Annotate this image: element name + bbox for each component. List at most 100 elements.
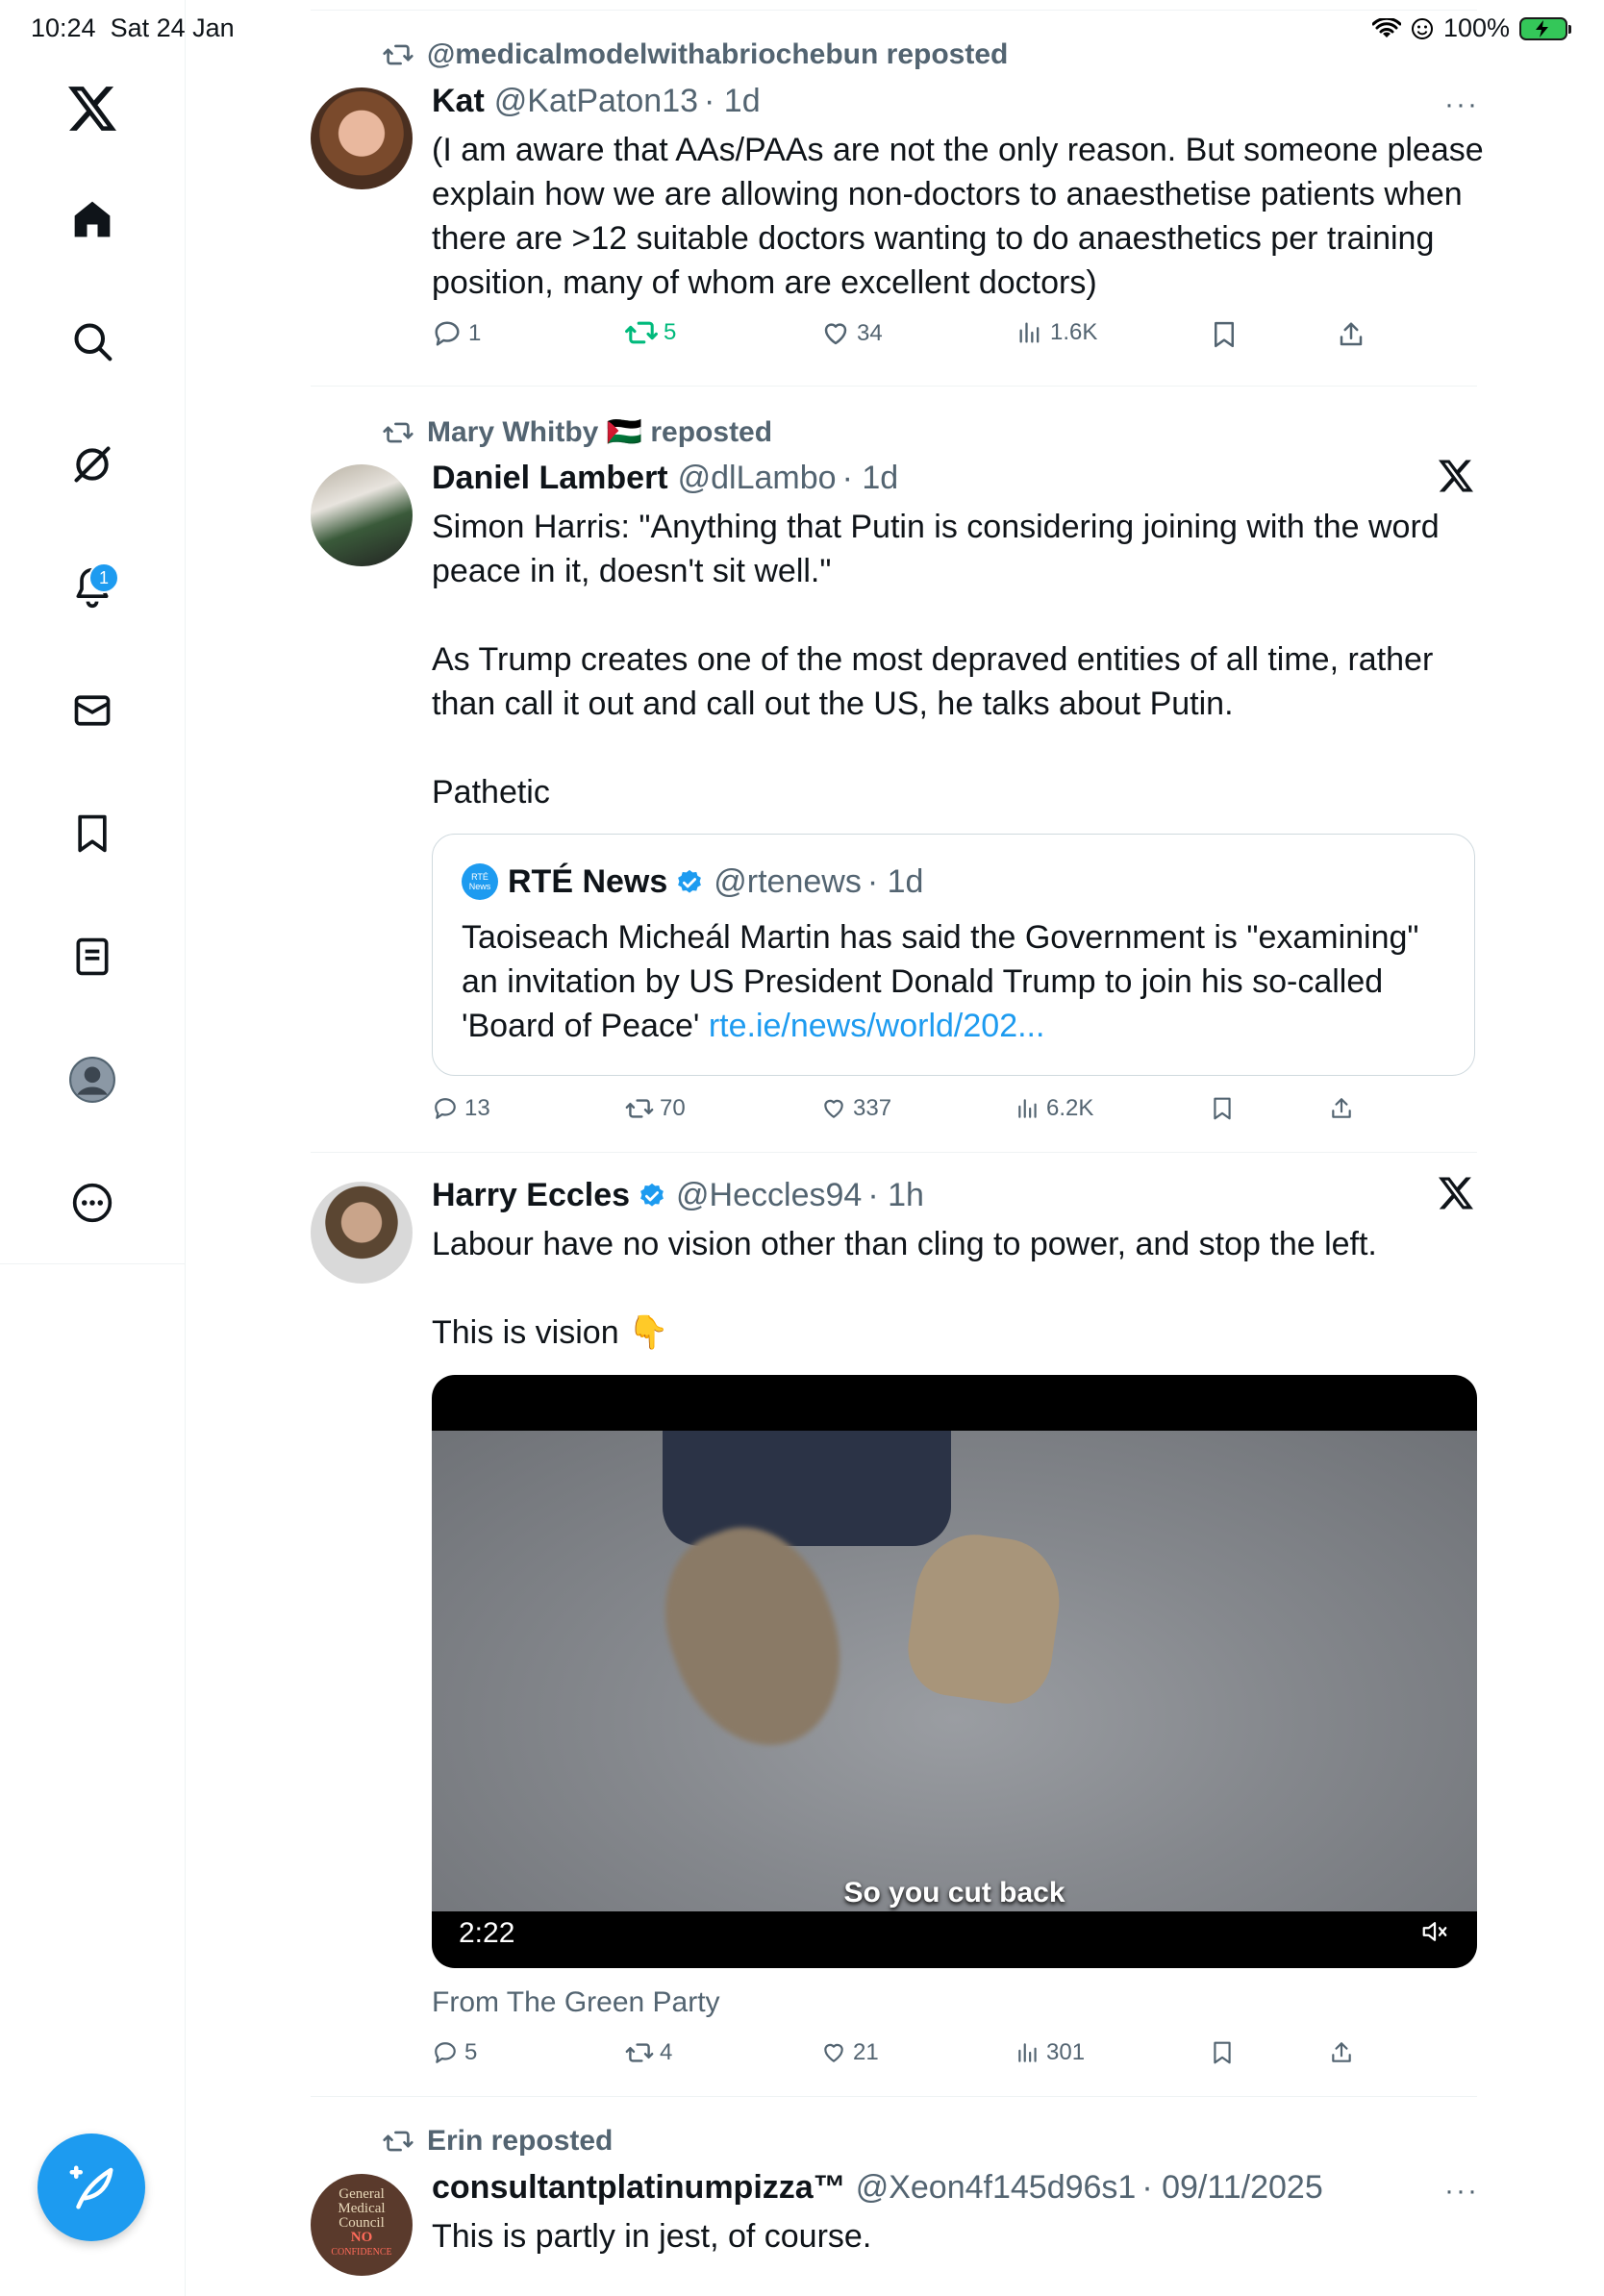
- share-icon: [1332, 1098, 1351, 1118]
- share-button[interactable]: [1337, 319, 1366, 350]
- reply-count: 5: [464, 2039, 478, 2065]
- status-indicators: 100%: [1371, 13, 1571, 43]
- x-brand-icon: [1439, 460, 1473, 497]
- share-icon: [1332, 2042, 1351, 2062]
- views-icon: [1018, 1099, 1037, 1118]
- like-button[interactable]: 21: [820, 2039, 879, 2066]
- quote-author-name: RTÉ News: [508, 863, 668, 900]
- views-button[interactable]: 1.6K: [1015, 319, 1097, 346]
- like-button[interactable]: 337: [820, 1095, 891, 1122]
- tweet-header: Kat @KatPaton13 · 1d: [432, 83, 761, 120]
- reply-button[interactable]: 1: [432, 319, 481, 348]
- tweet-text: This is partly in jest, of course.: [432, 2218, 872, 2255]
- author-handle[interactable]: @Xeon4f145d96s1: [856, 2169, 1137, 2207]
- repost-button[interactable]: 70: [625, 1095, 686, 1122]
- tweet-time[interactable]: · 1d: [842, 460, 899, 497]
- x-logo-icon[interactable]: [54, 70, 131, 147]
- bookmark-icon[interactable]: [54, 795, 131, 872]
- video-frame: [432, 1431, 1477, 1911]
- bookmark-button[interactable]: [1210, 2039, 1235, 2066]
- avatar[interactable]: [311, 87, 413, 189]
- author-handle[interactable]: @dlLambo: [678, 460, 837, 497]
- author-name[interactable]: Daniel Lambert: [432, 460, 668, 497]
- face-status-icon: [1411, 17, 1433, 39]
- mail-icon[interactable]: [54, 672, 131, 749]
- like-count: 21: [853, 2039, 879, 2065]
- tweet-paragraph: As Trump creates one of the most deprave…: [432, 641, 1434, 722]
- battery-percent: 100%: [1442, 13, 1510, 42]
- views-count: 6.2K: [1046, 1095, 1094, 1121]
- lists-icon[interactable]: [54, 918, 131, 995]
- battery-icon: [1519, 16, 1571, 40]
- action-bar: 5 4 21 301: [0, 2039, 1604, 2078]
- views-button[interactable]: 6.2K: [1015, 1095, 1093, 1122]
- reply-count: 1: [468, 320, 482, 346]
- notification-badge: 1: [88, 562, 119, 593]
- tweet-time[interactable]: · 1d: [704, 83, 761, 120]
- avatar-line: NO: [350, 2230, 373, 2245]
- author-name[interactable]: Kat: [432, 83, 485, 120]
- quote-link[interactable]: rte.ie/news/world/202...: [709, 1008, 1045, 1044]
- tweet-time[interactable]: · 09/11/2025: [1141, 2169, 1322, 2207]
- repost-button[interactable]: 5: [625, 319, 676, 346]
- avatar-line: CONFIDENCE: [331, 2247, 392, 2258]
- video-duration: 2:22: [459, 1917, 515, 1949]
- author-name[interactable]: Harry Eccles: [432, 1177, 630, 1214]
- reply-icon: [435, 321, 460, 346]
- reply-button[interactable]: 13: [432, 1095, 490, 1122]
- repost-icon: [625, 1099, 654, 1118]
- repost-context[interactable]: @medicalmodelwithabriochebun reposted: [383, 38, 1008, 71]
- repost-icon: [625, 2043, 654, 2062]
- quote-tweet-card[interactable]: RTÉ News RTÉ News @rtenews · 1d Taoiseac…: [432, 834, 1475, 1076]
- mute-icon[interactable]: [1420, 1917, 1449, 1951]
- share-button[interactable]: [1329, 2039, 1354, 2066]
- video-source[interactable]: From The Green Party: [432, 1986, 720, 2019]
- bookmark-button[interactable]: [1210, 1095, 1235, 1122]
- avatar-line: Council: [338, 2215, 385, 2231]
- repost-label: @medicalmodelwithabriochebun reposted: [427, 38, 1009, 70]
- avatar[interactable]: General Medical Council NO CONFIDENCE: [311, 2174, 413, 2276]
- quote-text: Taoiseach Micheál Martin has said the Go…: [462, 915, 1452, 1048]
- reply-button[interactable]: 5: [432, 2039, 477, 2066]
- home-icon[interactable]: [54, 181, 131, 258]
- author-name[interactable]: consultantplatinumpizza™: [432, 2169, 846, 2207]
- reply-icon: [435, 1098, 456, 1119]
- tweet-text: Labour have no vision other than cling t…: [432, 1222, 1490, 1355]
- video-shoe-right: [901, 1527, 1068, 1710]
- compose-button[interactable]: [38, 2134, 145, 2241]
- repost-button[interactable]: 4: [625, 2039, 672, 2066]
- repost-context[interactable]: Mary Whitby 🇵🇸 reposted: [383, 415, 772, 449]
- tweet-separator: [311, 1152, 1477, 1153]
- repost-context[interactable]: Erin reposted: [383, 2125, 613, 2158]
- bookmark-button[interactable]: [1210, 319, 1239, 350]
- feed-top-rule: [311, 10, 1477, 11]
- notifications-nav[interactable]: 1: [54, 549, 131, 626]
- bookmark-icon: [1214, 2041, 1231, 2064]
- action-bar: 1 5 34 1.6K: [0, 319, 1604, 358]
- author-handle[interactable]: @Heccles94: [676, 1177, 862, 1214]
- share-button[interactable]: [1329, 1095, 1354, 1122]
- more-options-icon[interactable]: ···: [1444, 88, 1479, 121]
- tweet-time[interactable]: · 1h: [867, 1177, 924, 1214]
- bookmark-icon: [1214, 1097, 1231, 1120]
- avatar[interactable]: [311, 1182, 413, 1284]
- action-bar: 13 70 337 6.2K: [0, 1095, 1604, 1134]
- more-options-icon[interactable]: ···: [1444, 2175, 1479, 2208]
- like-button[interactable]: 34: [820, 319, 883, 348]
- tweet-header: Daniel Lambert @dlLambo · 1d: [432, 460, 898, 497]
- repost-icon: [383, 422, 414, 442]
- video-player[interactable]: So you cut back 2:22: [432, 1375, 1477, 1968]
- repost-count: 70: [660, 1095, 686, 1121]
- author-handle[interactable]: @KatPaton13: [494, 83, 698, 120]
- more-icon[interactable]: [54, 1164, 131, 1241]
- repost-icon: [625, 321, 658, 344]
- tweet-header: Harry Eccles @Heccles94 · 1h: [432, 1177, 924, 1214]
- views-count: 301: [1046, 2039, 1086, 2065]
- grok-icon[interactable]: [54, 426, 131, 503]
- avatar[interactable]: [311, 464, 413, 566]
- tweet-paragraph: Pathetic: [432, 774, 550, 811]
- views-button[interactable]: 301: [1015, 2039, 1085, 2066]
- bookmark-icon: [1215, 321, 1234, 348]
- repost-icon: [383, 2131, 414, 2152]
- quote-avatar[interactable]: RTÉ News: [462, 863, 498, 900]
